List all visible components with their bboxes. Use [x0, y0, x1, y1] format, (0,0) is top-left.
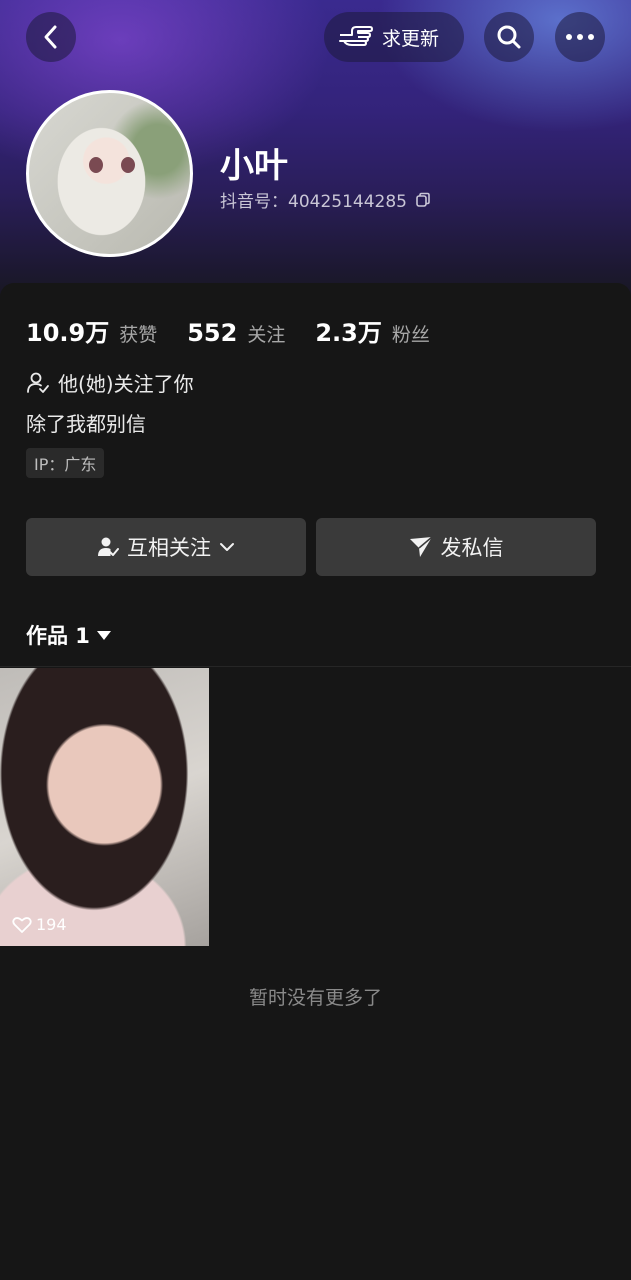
profile-stats: 10.9万 获赞 552 关注 2.3万 粉丝	[26, 313, 460, 348]
back-button[interactable]	[26, 12, 76, 62]
mutual-follow-button[interactable]: 互相关注	[26, 518, 306, 576]
search-icon	[497, 25, 521, 49]
send-message-label: 发私信	[440, 536, 504, 560]
mutual-follow-label: 互相关注	[127, 536, 211, 560]
avatar-eye	[89, 157, 103, 173]
pointing-hand-icon	[339, 26, 373, 46]
caret-down-icon	[96, 631, 111, 640]
stat-label: 粉丝	[391, 324, 430, 346]
follows-you-note: 他(她)关注了你	[26, 368, 194, 397]
profile-uid: 抖音号：40425144285	[220, 187, 431, 212]
send-message-button[interactable]: 发私信	[316, 518, 596, 576]
stat-following[interactable]: 552 关注	[187, 319, 285, 347]
request-update-label: 求更新	[382, 27, 440, 50]
send-icon	[409, 536, 432, 557]
profile-name: 小叶	[220, 146, 288, 186]
stat-label: 关注	[247, 324, 286, 346]
stat-likes[interactable]: 10.9万 获赞	[26, 313, 157, 348]
user-check-icon	[98, 537, 119, 556]
stat-label: 获赞	[119, 324, 158, 346]
stat-value: 552	[187, 319, 238, 347]
stat-followers[interactable]: 2.3万 粉丝	[315, 313, 430, 348]
more-dots-icon	[566, 34, 594, 40]
video-likes: 194	[12, 915, 67, 934]
stat-value: 2.3万	[315, 319, 382, 347]
profile-bio: 除了我都别信	[26, 412, 146, 436]
chevron-down-icon	[220, 543, 234, 551]
video-thumbnail[interactable]: 194	[0, 668, 209, 946]
user-check-icon	[27, 372, 49, 393]
avatar[interactable]	[26, 90, 193, 257]
stat-value: 10.9万	[26, 319, 110, 347]
video-likes-count: 194	[36, 915, 67, 934]
ip-location-tag: IP：广东	[26, 448, 105, 478]
profile-uid-text: 抖音号：40425144285	[220, 192, 407, 212]
avatar-eye	[121, 157, 135, 173]
divider	[0, 666, 631, 667]
heart-icon	[12, 916, 32, 933]
copy-icon[interactable]	[415, 192, 431, 208]
no-more-content-text: 暂时没有更多了	[248, 987, 382, 1009]
more-button[interactable]	[555, 12, 605, 62]
request-update-button[interactable]: 求更新	[324, 12, 464, 62]
chevron-left-icon	[44, 25, 57, 49]
follows-you-text: 他(她)关注了你	[58, 372, 194, 396]
search-button[interactable]	[484, 12, 534, 62]
works-tab-label: 作品 1	[26, 624, 90, 648]
tab-works[interactable]: 作品 1	[26, 620, 112, 650]
